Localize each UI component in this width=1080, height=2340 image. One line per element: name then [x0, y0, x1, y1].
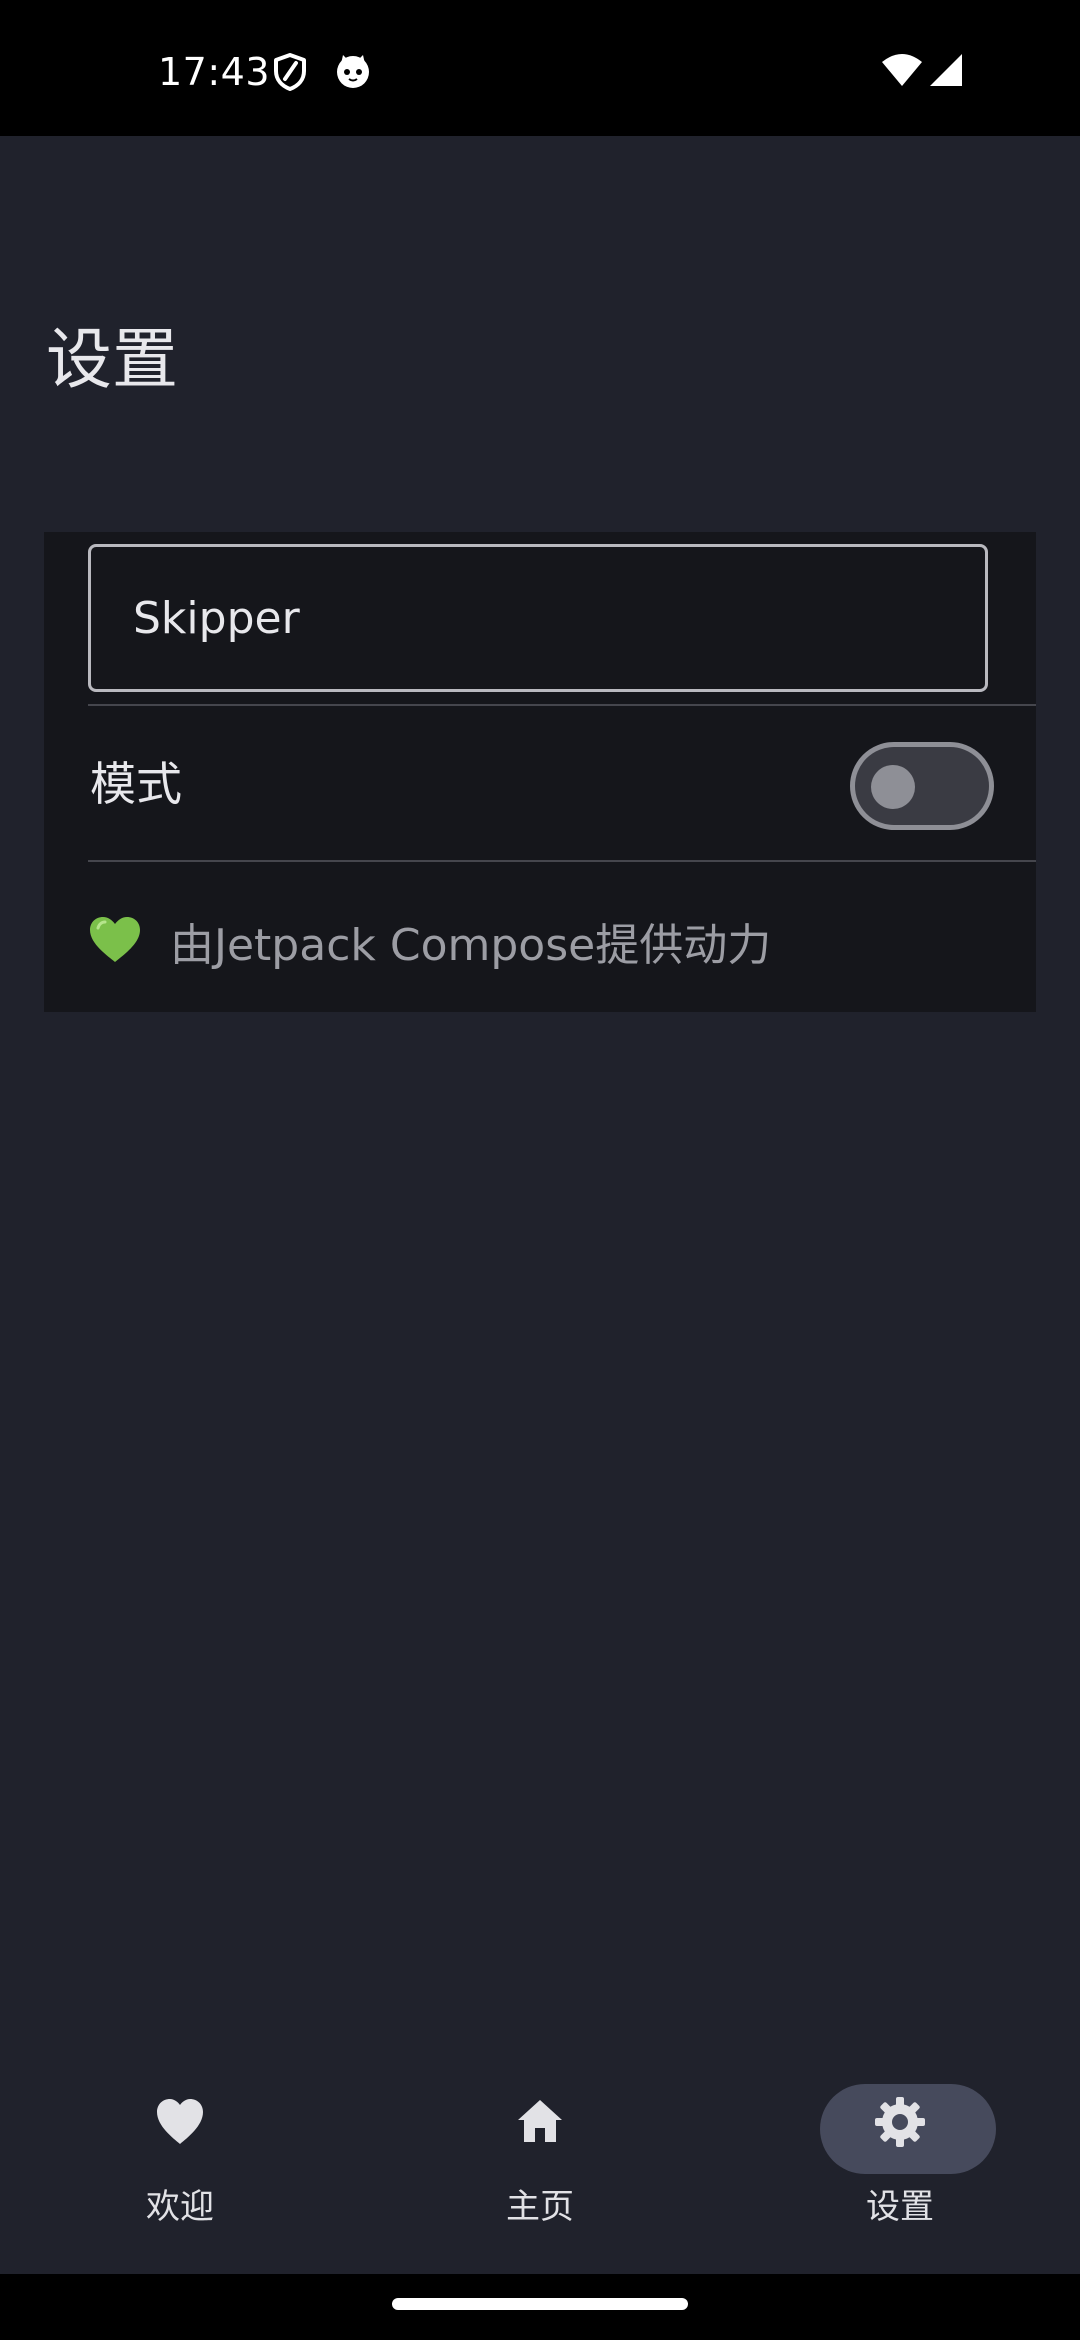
divider	[88, 860, 1036, 862]
nav-label-settings: 设置	[866, 2187, 934, 2227]
settings-card: 模式 由Jetpack Compose提供动力	[44, 532, 1036, 1012]
nav-label-home: 主页	[506, 2187, 574, 2227]
cellular-signal-icon	[930, 54, 962, 86]
wifi-icon	[882, 54, 922, 86]
shield-icon	[274, 53, 306, 91]
green-heart-icon	[90, 917, 140, 962]
gear-icon	[875, 2097, 925, 2147]
switch-thumb	[871, 765, 915, 809]
home-icon	[518, 2100, 562, 2142]
divider	[88, 704, 1036, 706]
page-title: 设置	[46, 321, 178, 398]
nav-item-home[interactable]: 主页	[360, 2062, 720, 2274]
bottom-navigation: 欢迎 主页 设置	[0, 2062, 1080, 2274]
heart-icon	[157, 2099, 203, 2144]
status-bar: 17:43	[0, 0, 1080, 136]
status-time: 17:43	[158, 50, 271, 94]
nav-label-welcome: 欢迎	[146, 2187, 214, 2227]
mode-setting-row: 模式	[44, 708, 1036, 860]
gesture-navigation-area	[0, 2274, 1080, 2340]
mode-toggle-switch[interactable]	[850, 742, 994, 830]
gesture-handle[interactable]	[392, 2298, 688, 2310]
nav-item-welcome[interactable]: 欢迎	[0, 2062, 360, 2274]
mode-label: 模式	[90, 757, 182, 811]
cat-face-icon	[337, 55, 369, 88]
app-screen: 设置 模式 由Jetpack Compose提供动力 欢迎	[0, 136, 1080, 2274]
powered-by-row: 由Jetpack Compose提供动力	[44, 870, 1036, 1012]
name-text-field[interactable]	[88, 544, 988, 692]
powered-by-text: 由Jetpack Compose提供动力	[170, 920, 772, 971]
nav-item-settings[interactable]: 设置	[720, 2062, 1080, 2274]
